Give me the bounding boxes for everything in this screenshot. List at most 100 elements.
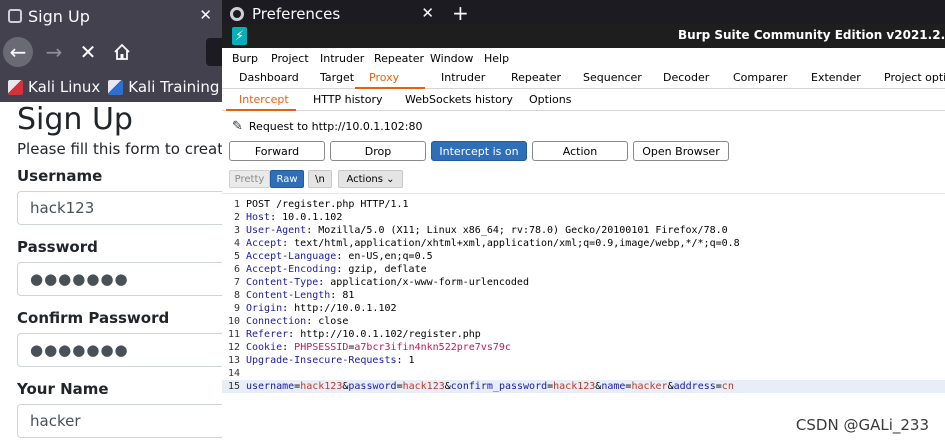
password-input[interactable]: ●●●●●●● [17,262,222,296]
param-value: hack123 [300,381,343,392]
new-tab-button[interactable]: + [452,1,469,25]
bookmarks-toolbar: Kali Linux Kali Training [0,72,222,102]
param-value: hack123 [402,381,445,392]
intercept-actions: Forward Drop Intercept is on Action Open… [222,141,945,163]
kali-training-icon [108,79,124,95]
pencil-icon: ✎ [232,118,243,134]
header-name: Host [246,212,271,223]
tab-title: Sign Up [28,6,90,26]
line-text: username=hack123&password=hack123&confir… [246,380,734,393]
request-line: 11 Referer: http://10.0.1.102/register.ph… [222,328,945,341]
your-name-input[interactable]: hacker [17,404,222,438]
open-browser-button[interactable]: Open Browser [633,141,729,161]
burp-window: Preferences ✕ + ⚡ Burp Suite Community E… [222,0,945,446]
stop-button[interactable]: ✕ [73,37,103,67]
tab-dashboard[interactable]: Dashboard [239,71,299,84]
header-value: : http://10.0.1.102/register.php [288,329,481,340]
param-name: username [246,381,295,392]
arrow-right-icon: → [45,40,63,64]
line-number: 11 [227,329,240,340]
header-name: Connection [246,316,307,327]
tab-options[interactable]: Options [529,93,571,106]
request-line: 10 Connection: close [222,315,945,328]
line-number: 12 [227,342,240,353]
forward-button[interactable]: Forward [229,141,325,161]
header-value: : application/x-www-form-urlencoded [318,277,529,288]
forward-button[interactable]: → [39,37,69,67]
bookmark-kali-training[interactable]: Kali Training [108,78,219,96]
close-icon: ✕ [79,40,97,64]
line-text: Content-Type: application/x-www-form-url… [246,276,529,289]
tab-decoder[interactable]: Decoder [663,71,709,84]
request-line: 2 Host: 10.0.1.102 [222,211,945,224]
confirm-password-input[interactable]: ●●●●●●● [17,333,222,367]
header-name: User-Agent [246,225,307,236]
close-icon[interactable]: ✕ [199,6,212,24]
bookmark-label: Kali Training [128,78,220,96]
cookie-name: PHPSESSID [294,342,349,353]
tab-sign-up[interactable]: Sign Up ✕ [0,0,222,32]
drop-button[interactable]: Drop [330,141,426,161]
menu-intruder[interactable]: Intruder [320,52,364,65]
tab-websockets-history[interactable]: WebSockets history [405,93,513,106]
menu-repeater[interactable]: Repeater [374,52,424,65]
back-button[interactable]: ← [3,37,33,67]
tab-target[interactable]: Target [320,71,354,84]
line-number: 3 [233,225,240,236]
line-number: 14 [227,368,240,379]
menu-help[interactable]: Help [484,52,509,65]
tab-intruder[interactable]: Intruder [441,71,485,84]
param-name: password [348,381,397,392]
menu-project[interactable]: Project [271,52,309,65]
page-title: Sign Up [17,102,133,137]
arrow-left-icon: ← [9,40,27,64]
tab-intercept[interactable]: Intercept [239,93,289,106]
menu-burp[interactable]: Burp [232,52,258,65]
menu-window[interactable]: Window [430,52,473,65]
home-button[interactable] [107,37,137,67]
tab-sequencer[interactable]: Sequencer [583,71,642,84]
request-to-label: Request to http://10.0.1.102:80 [248,119,423,133]
header-value: : Mozilla/5.0 (X11; Linux x86_64; rv:78.… [306,225,728,236]
editor-toolbar: Pretty Raw \n Actions ⌄ [222,170,945,190]
line-text: Connection: close [246,315,348,328]
tab-http-history[interactable]: HTTP history [313,93,382,106]
header-value: : gzip, deflate [336,264,427,275]
line-number: 10 [227,316,240,327]
param-name: address [673,381,716,392]
your-name-label: Your Name [17,380,109,398]
request-target: ✎ Request to http://10.0.1.102:80 [222,111,945,141]
header-name: Upgrade-Insecure-Requests [246,355,397,366]
password-label: Password [17,238,98,256]
url-bar[interactable] [206,38,222,66]
line-number: 15 [227,381,240,392]
newline-toggle-button[interactable]: \n [308,170,332,188]
raw-button[interactable]: Raw [270,170,304,188]
tab-comparer[interactable]: Comparer [733,71,787,84]
request-line: 7 Content-Type: application/x-www-form-ur… [222,276,945,289]
burp-title-bar: ⚡ Burp Suite Community Edition v2021.2.1… [222,24,945,48]
line-text: User-Agent: Mozilla/5.0 (X11; Linux x86_… [246,224,728,237]
close-icon[interactable]: ✕ [421,4,434,22]
pretty-button[interactable]: Pretty [229,170,270,188]
username-input[interactable]: hack123 [17,191,222,225]
line-number: 2 [233,212,240,223]
request-editor[interactable]: 1 POST /register.php HTTP/1.1 2 Host: 10.0.… [222,193,945,446]
tab-project-options[interactable]: Project option [884,71,945,84]
tab-extender[interactable]: Extender [811,71,861,84]
actions-dropdown[interactable]: Actions ⌄ [338,170,403,188]
request-line: 4 Accept: text/html,application/xhtml+xml… [222,237,945,250]
action-button[interactable]: Action [532,141,628,161]
username-label: Username [17,167,103,185]
firefox-tab-bar: Sign Up ✕ [0,0,222,32]
bookmark-kali-linux[interactable]: Kali Linux [8,78,100,96]
tab-repeater[interactable]: Repeater [511,71,561,84]
line-number: 5 [233,251,240,262]
request-line: 13 Upgrade-Insecure-Requests: 1 [222,354,945,367]
menu-bar: Burp Project Intruder Repeater Window He… [222,48,945,68]
header-name: Origin [246,303,283,314]
request-line: 3 User-Agent: Mozilla/5.0 (X11; Linux x86… [222,224,945,237]
tab-proxy[interactable]: Proxy [369,71,399,84]
cookie-value: a7bcr3ifin4nkn522pre7vs79c [354,342,511,353]
intercept-toggle-button[interactable]: Intercept is on [431,141,527,161]
